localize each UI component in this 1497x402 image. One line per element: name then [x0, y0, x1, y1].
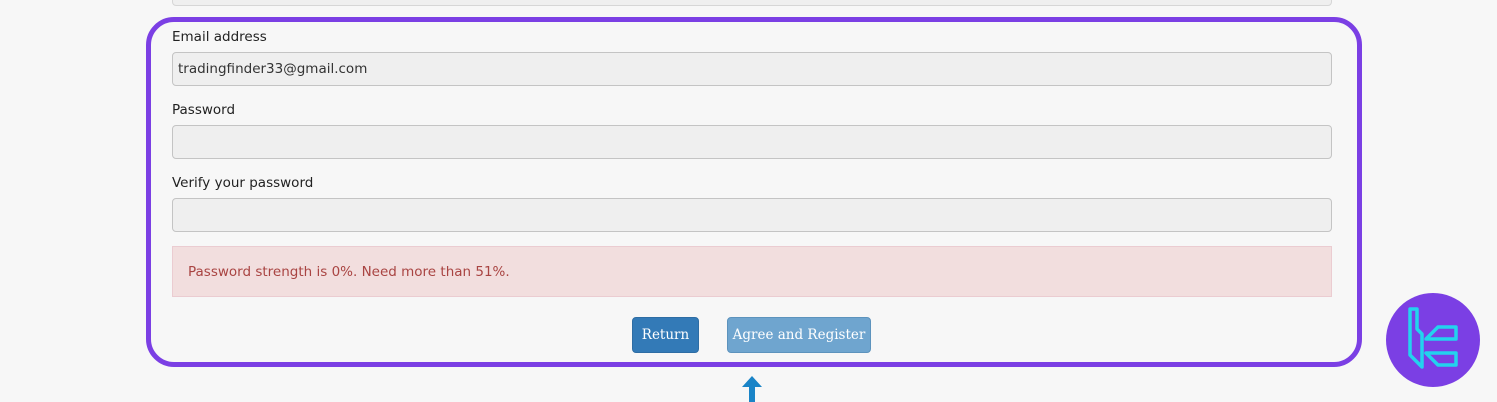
- previous-field-edge: [172, 0, 1332, 6]
- verify-password-field[interactable]: [172, 198, 1332, 232]
- arrow-up-icon: [742, 376, 762, 402]
- registration-page: Email address Password Verify your passw…: [0, 0, 1497, 402]
- tradingfinder-logo: [1386, 293, 1480, 387]
- return-button[interactable]: Return: [632, 317, 699, 353]
- email-field[interactable]: [172, 52, 1332, 86]
- agree-and-register-button[interactable]: Agree and Register: [727, 317, 871, 353]
- alert-message: Password strength is 0%. Need more than …: [188, 263, 510, 280]
- verify-password-label: Verify your password: [172, 175, 314, 191]
- password-strength-alert: Password strength is 0%. Need more than …: [172, 246, 1332, 297]
- password-field[interactable]: [172, 125, 1332, 159]
- email-label: Email address: [172, 29, 267, 45]
- password-label: Password: [172, 102, 236, 118]
